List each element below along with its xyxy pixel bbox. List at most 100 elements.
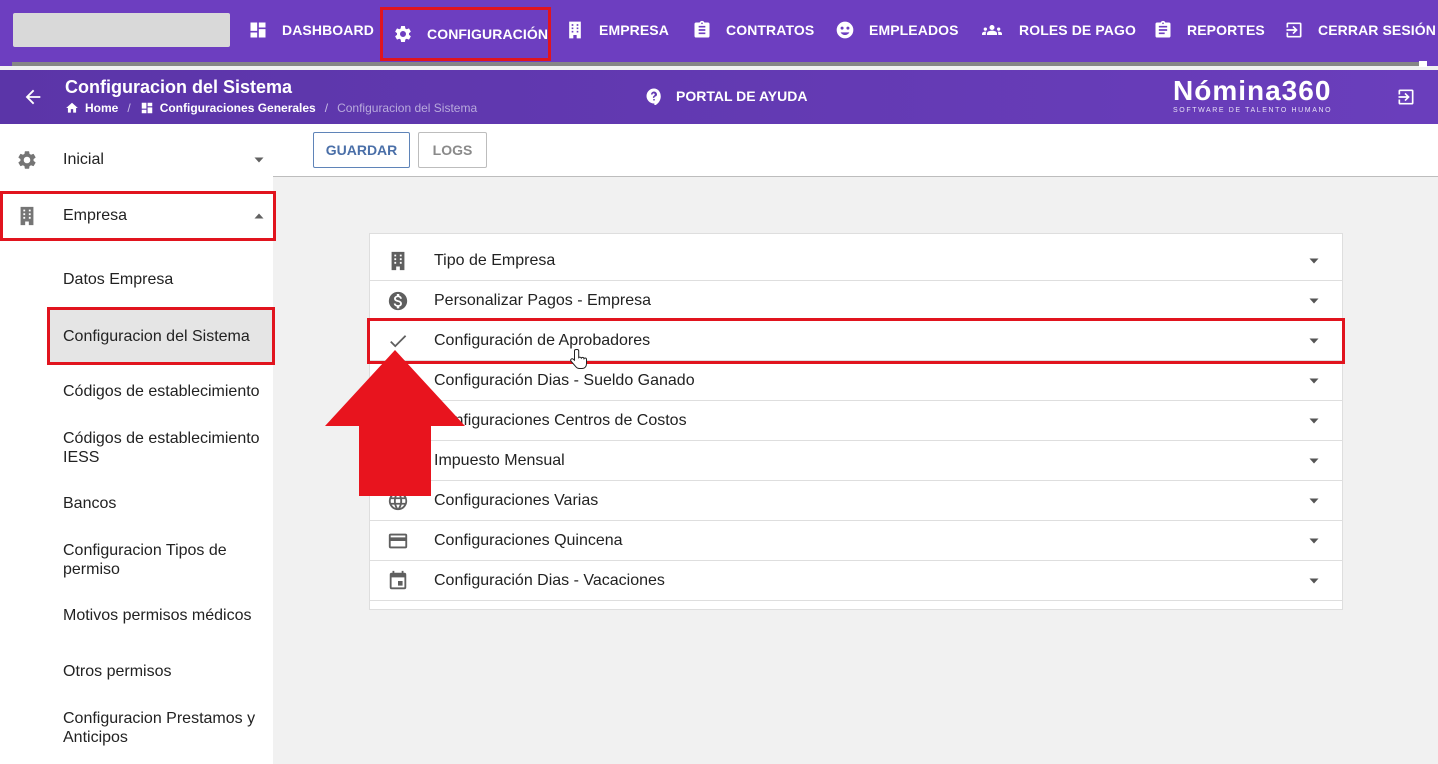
sidebar-item-tipos-permiso[interactable]: Configuracion Tipos de permiso: [63, 541, 268, 579]
accordion-row-label: Tipo de Empresa: [434, 251, 556, 269]
accordion-row-label: Configuración Dias - Vacaciones: [434, 571, 665, 589]
nav-roles-de-pago[interactable]: ROLES DE PAGO: [979, 12, 1136, 48]
nav-empresa-label: EMPRESA: [599, 22, 669, 38]
sidebar-item-label: Configuracion del Sistema: [63, 327, 250, 345]
report-icon: [1155, 20, 1171, 38]
accordion-row-label: Configuración de Aprobadores: [434, 331, 651, 349]
accordion-row-centros-costos[interactable]: Configuraciones Centros de Costos: [370, 401, 1342, 441]
nav-roles-de-pago-label: ROLES DE PAGO: [1019, 22, 1136, 38]
event-icon: [389, 570, 407, 589]
loading-bar: [12, 62, 1426, 66]
sidebar: Inicial Empresa Datos Empresa Configurac…: [0, 124, 276, 764]
brand-tagline: SOFTWARE DE TALENTO HUMANO: [1173, 107, 1333, 114]
gear-icon: [395, 25, 411, 42]
chevron-down-icon: [1309, 498, 1319, 503]
chevron-down-icon: [1309, 298, 1319, 303]
dashboard-icon: [250, 22, 266, 38]
card-icon: [388, 533, 408, 548]
action-toolbar: GUARDAR LOGS: [273, 124, 1438, 177]
group-icon: [982, 25, 1002, 35]
home-icon: [66, 102, 78, 113]
breadcrumb-separator: /: [324, 101, 329, 115]
nav-empresa[interactable]: EMPRESA: [565, 12, 669, 48]
nav-empleados[interactable]: EMPLEADOS: [835, 12, 959, 48]
logout-icon: [1398, 89, 1414, 105]
accordion-row-aprobadores[interactable]: Configuración de Aprobadores: [367, 318, 1345, 364]
sidebar-item-otros-permisos[interactable]: Otros permisos: [63, 662, 268, 681]
sidebar-item-codigos-establecimiento-iess[interactable]: Códigos de establecimiento IESS: [63, 429, 268, 467]
breadcrumb-home[interactable]: Home: [85, 101, 118, 115]
sidebar-item-configuracion-del-sistema[interactable]: Configuracion del Sistema: [47, 307, 275, 365]
hand-cursor-icon: [570, 349, 587, 369]
building-icon: [569, 21, 581, 39]
sidebar-item-motivos-permisos-medicos[interactable]: Motivos permisos médicos: [63, 606, 268, 625]
nav-reportes-label: REPORTES: [1187, 22, 1265, 38]
breadcrumb-configuraciones-generales[interactable]: Configuraciones Generales: [160, 101, 316, 115]
chevron-down-icon: [1309, 578, 1319, 583]
accordion-row-label: Configuración Dias - Sueldo Ganado: [434, 371, 695, 389]
dollar-icon: [388, 291, 408, 310]
sidebar-item-bancos[interactable]: Bancos: [63, 494, 268, 513]
chevron-down-icon: [1309, 418, 1319, 423]
accordion-row-quincena[interactable]: Configuraciones Quincena: [370, 521, 1342, 561]
accordion-row-dias-sueldo-ganado[interactable]: Configuración Dias - Sueldo Ganado: [370, 361, 1342, 401]
logs-button[interactable]: LOGS: [418, 132, 487, 168]
page-header: Configuracion del Sistema Home / Configu…: [0, 70, 1438, 124]
accordion-row-label: Configuraciones Quincena: [434, 531, 623, 549]
save-button[interactable]: GUARDAR: [313, 132, 410, 168]
employees-icon: [836, 21, 854, 39]
sidebar-section-empresa[interactable]: Empresa: [0, 191, 276, 241]
sidebar-section-label: Empresa: [63, 207, 128, 224]
breadcrumb-current: Configuracion del Sistema: [337, 101, 478, 115]
red-arrow-annotation: [325, 350, 465, 496]
exit-button[interactable]: [1396, 87, 1416, 107]
page-title: Configuracion del Sistema: [65, 77, 293, 97]
chevron-down-icon: [1309, 458, 1319, 463]
sidebar-section-label: Inicial: [63, 151, 104, 168]
dashboard-icon: [141, 102, 152, 114]
sidebar-section-inicial[interactable]: Inicial: [0, 135, 276, 185]
accordion-row-personalizar-pagos[interactable]: Personalizar Pagos - Empresa: [370, 281, 1342, 321]
chevron-down-icon: [1309, 338, 1319, 343]
company-logo-placeholder: [13, 13, 230, 47]
chevron-down-icon: [254, 157, 264, 163]
help-portal-link[interactable]: PORTAL DE AYUDA: [645, 87, 807, 105]
nav-configuracion[interactable]: CONFIGURACIÓN: [380, 7, 551, 61]
help-portal-label: PORTAL DE AYUDA: [676, 88, 808, 104]
settings-accordion: Tipo de Empresa Personalizar Pagos - Emp…: [367, 233, 1345, 610]
back-button[interactable]: [22, 86, 44, 108]
brand-logo: Nómina360 SOFTWARE DE TALENTO HUMANO: [1173, 76, 1353, 115]
logout-icon: [1286, 22, 1302, 38]
help-icon: [646, 88, 661, 105]
nav-contratos[interactable]: CONTRATOS: [692, 12, 814, 48]
building-icon: [20, 206, 34, 226]
accordion-row-impuesto-mensual[interactable]: Impuesto Mensual: [370, 441, 1342, 481]
nav-cerrar-sesion[interactable]: CERRAR SESIÓN: [1284, 12, 1436, 48]
nav-contratos-label: CONTRATOS: [726, 22, 815, 38]
sidebar-item-datos-empresa[interactable]: Datos Empresa: [63, 270, 268, 289]
clipboard-icon: [694, 20, 710, 38]
nav-configuracion-label: CONFIGURACIÓN: [427, 26, 549, 42]
accordion-row-dias-vacaciones[interactable]: Configuración Dias - Vacaciones: [370, 561, 1342, 601]
accordion-row-tipo-empresa[interactable]: Tipo de Empresa: [370, 241, 1342, 281]
nav-dashboard[interactable]: DASHBOARD: [248, 12, 374, 48]
chevron-down-icon: [1309, 378, 1319, 383]
sidebar-item-codigos-establecimiento[interactable]: Códigos de establecimiento: [63, 382, 268, 401]
breadcrumb-separator: /: [127, 101, 131, 115]
sidebar-item-prestamos-anticipos[interactable]: Configuracion Prestamos y Anticipos: [63, 709, 268, 747]
building-icon: [391, 251, 405, 270]
accordion-row-configuraciones-varias[interactable]: Configuraciones Varias: [370, 481, 1342, 521]
chevron-up-icon: [254, 213, 264, 219]
accordion-row-label: Configuraciones Centros de Costos: [434, 411, 687, 429]
chevron-down-icon: [1309, 258, 1319, 263]
nav-reportes[interactable]: REPORTES: [1153, 12, 1265, 48]
top-navigation: DASHBOARD CONFIGURACIÓN EMPRESA CONTRATO…: [0, 0, 1438, 67]
nav-dashboard-label: DASHBOARD: [282, 22, 374, 38]
arrow-back-icon: [25, 89, 41, 105]
gear-icon: [18, 151, 36, 169]
loading-bar-cap: [1419, 61, 1427, 67]
accordion-row-label: Personalizar Pagos - Empresa: [434, 291, 651, 309]
nav-empleados-label: EMPLEADOS: [869, 22, 959, 38]
check-icon: [390, 334, 407, 347]
breadcrumb: Home / Configuraciones Generales / Confi…: [65, 101, 477, 115]
